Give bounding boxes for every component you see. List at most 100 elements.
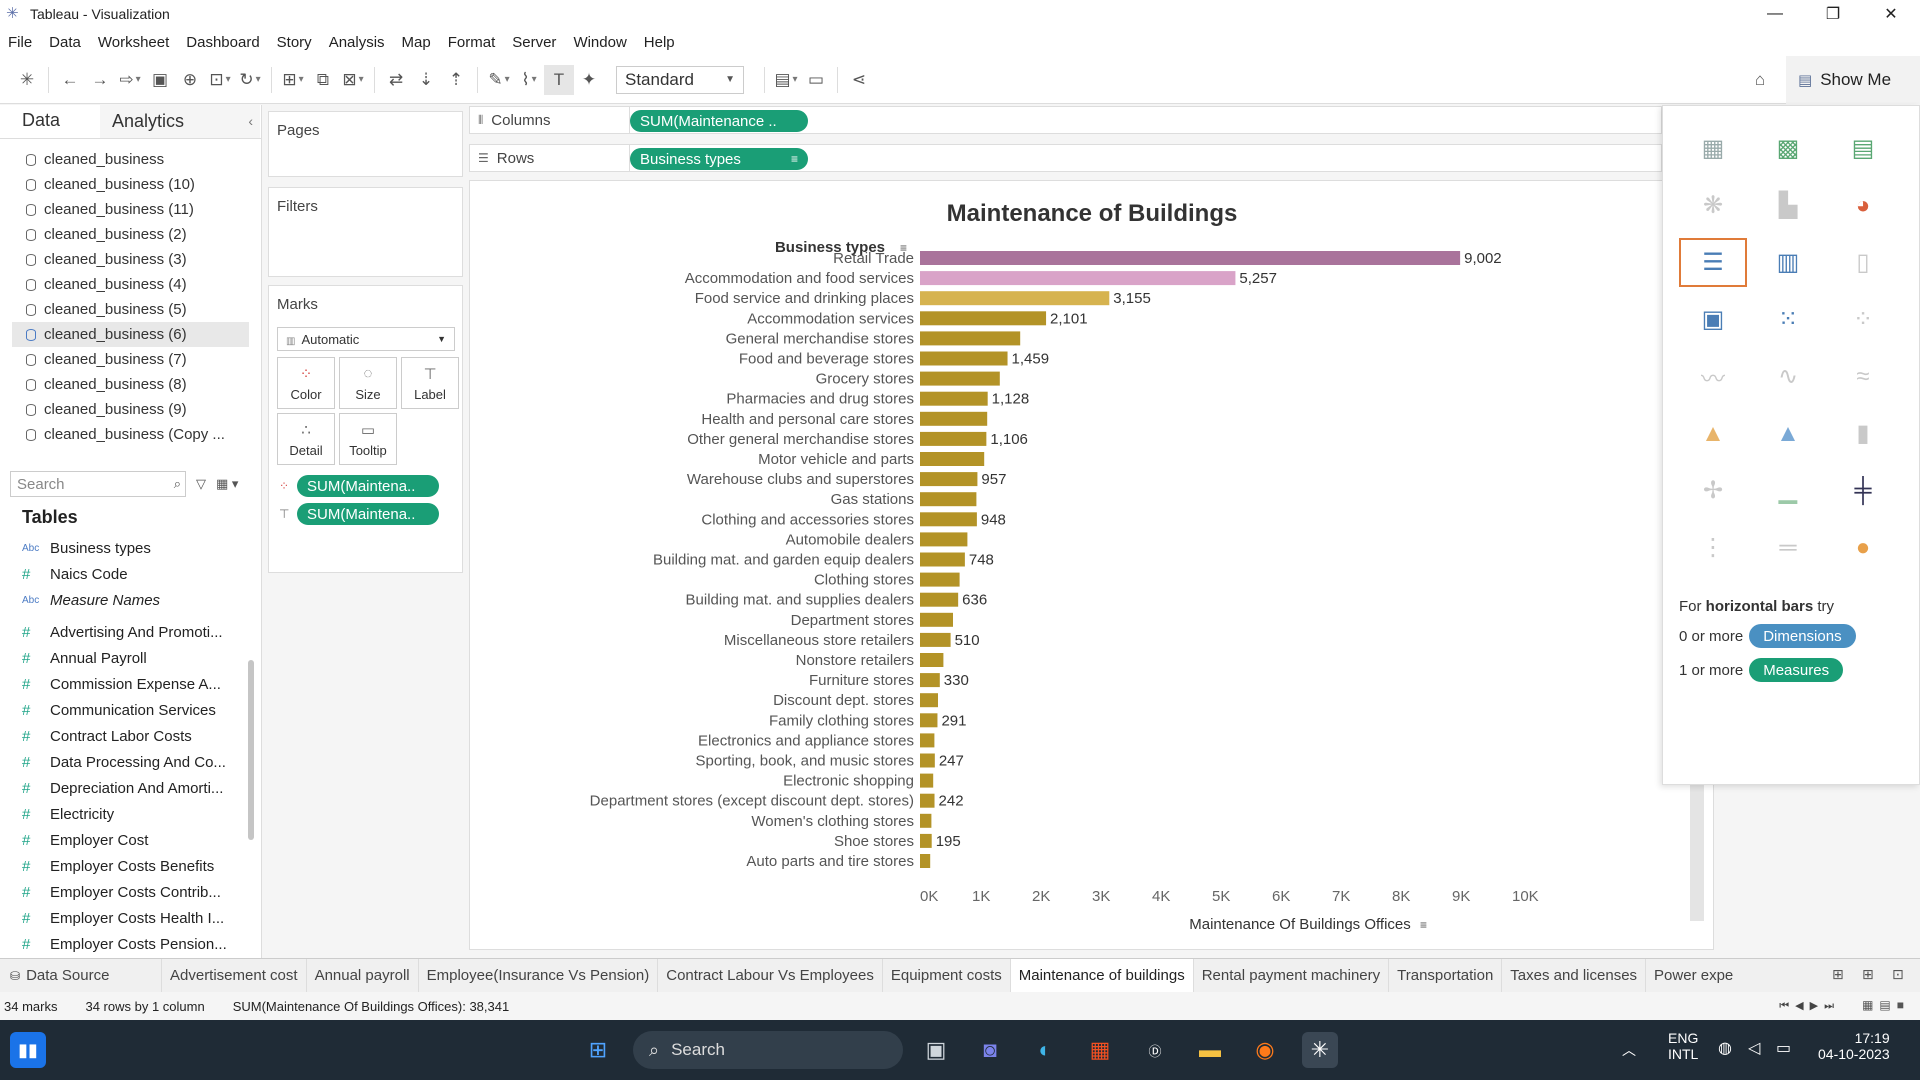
language-indicator[interactable]: ENG INTL: [1668, 1030, 1698, 1062]
menu-map[interactable]: Map: [402, 34, 431, 51]
rows-pill[interactable]: Business types ≡: [630, 148, 808, 170]
field-measure[interactable]: # Communication Services: [22, 697, 242, 723]
tab-sheet-active[interactable]: Maintenance of buildings: [1010, 958, 1194, 993]
undo-icon[interactable]: ←: [55, 65, 85, 95]
category-label[interactable]: Discount dept. stores: [773, 692, 914, 709]
bar[interactable]: [920, 733, 935, 748]
datasource-item[interactable]: cleaned_business (5): [0, 297, 261, 322]
tab-sheet[interactable]: Power expe: [1646, 959, 1741, 993]
field-measure[interactable]: # Employer Cost: [22, 827, 242, 853]
widgets-icon[interactable]: ▮▮: [10, 1032, 46, 1068]
datasource-item[interactable]: cleaned_business (3): [0, 247, 261, 272]
category-label[interactable]: Motor vehicle and parts: [758, 451, 914, 468]
field-dimension[interactable]: Abc Measure Names: [22, 587, 242, 613]
field-dimension[interactable]: Abc Business types: [22, 535, 242, 561]
show-me-button[interactable]: ▤ Show Me: [1786, 56, 1920, 104]
fix-axes-icon[interactable]: ✦: [574, 65, 604, 95]
duplicate-sheet-icon[interactable]: ⧉: [308, 65, 338, 95]
horizontal-bars-icon[interactable]: ☰: [1679, 238, 1747, 287]
close-icon[interactable]: ✕: [1862, 0, 1920, 28]
field-dimension[interactable]: # Naics Code: [22, 561, 242, 587]
category-label[interactable]: Furniture stores: [809, 672, 914, 689]
tab-sheet[interactable]: Equipment costs: [883, 958, 1011, 993]
bar[interactable]: [920, 351, 1008, 366]
category-label[interactable]: Nonstore retailers: [796, 652, 914, 669]
packed-bubbles-icon[interactable]: ●: [1829, 523, 1897, 572]
menu-server[interactable]: Server: [512, 34, 556, 51]
bar[interactable]: [920, 331, 1021, 346]
swap-rows-columns-icon[interactable]: ⇄: [381, 65, 411, 95]
sheet-navigation-arrows[interactable]: ⏮◀▶⏭: [1779, 999, 1840, 1013]
menu-data[interactable]: Data: [49, 34, 81, 51]
rows-shelf[interactable]: ☰ Rows Business types ≡: [469, 144, 1662, 172]
stacked-bars-icon[interactable]: ▥: [1754, 238, 1822, 287]
treemap-icon[interactable]: ▣: [1679, 295, 1747, 344]
bar[interactable]: [920, 753, 935, 768]
text-table-icon[interactable]: ▦: [1679, 124, 1747, 173]
category-label[interactable]: Automobile dealers: [786, 531, 914, 548]
field-measure[interactable]: # Contract Labor Costs: [22, 723, 242, 749]
windows-start-icon[interactable]: ⊞: [580, 1032, 616, 1068]
category-label[interactable]: Gas stations: [831, 491, 914, 508]
format-painter-icon[interactable]: ⌂: [1745, 65, 1775, 95]
detail-button[interactable]: ∴ Detail: [277, 413, 335, 465]
new-dashboard-icon[interactable]: ⊞: [1862, 966, 1874, 983]
view-toggle-icons[interactable]: ▦▤■: [1862, 998, 1910, 1012]
restore-icon[interactable]: ❐: [1804, 0, 1862, 28]
filter-icon[interactable]: ▽: [196, 476, 206, 492]
pause-updates-icon[interactable]: ⊡: [205, 65, 235, 95]
menu-story[interactable]: Story: [277, 34, 312, 51]
category-label[interactable]: Accommodation services: [747, 310, 914, 327]
x-axis-title[interactable]: Maintenance Of Buildings Offices: [1189, 916, 1411, 933]
minimize-icon[interactable]: —: [1746, 0, 1804, 28]
tab-sheet[interactable]: Transportation: [1389, 958, 1503, 993]
field-search-input[interactable]: Search ⌕: [10, 471, 186, 497]
category-label[interactable]: Shoe stores: [834, 833, 914, 850]
datasource-item[interactable]: cleaned_business (8): [0, 372, 261, 397]
bar[interactable]: [920, 411, 988, 426]
field-measure[interactable]: # Employer Costs Pension...: [22, 931, 242, 957]
category-label[interactable]: Food service and drinking places: [695, 290, 914, 307]
new-worksheet-icon[interactable]: ⊞: [278, 65, 308, 95]
bar[interactable]: [920, 854, 931, 868]
pages-card[interactable]: Pages: [268, 111, 463, 177]
menu-help[interactable]: Help: [644, 34, 675, 51]
datasource-item[interactable]: cleaned_business (10): [0, 172, 261, 197]
color-button[interactable]: ⁘ Color: [277, 357, 335, 409]
volume-icon[interactable]: ◁: [1748, 1038, 1760, 1058]
field-measure[interactable]: # Annual Payroll: [22, 645, 242, 671]
bar[interactable]: [920, 431, 987, 446]
highlight-icon[interactable]: ✎: [484, 65, 514, 95]
heat-map-icon[interactable]: ▩: [1754, 124, 1822, 173]
bar[interactable]: [920, 271, 1236, 286]
bar[interactable]: [920, 833, 932, 848]
field-measure[interactable]: # Data Processing And Co...: [22, 749, 242, 775]
bar[interactable]: [920, 793, 935, 808]
category-label[interactable]: Family clothing stores: [769, 712, 914, 729]
bar[interactable]: [920, 311, 1047, 326]
category-label[interactable]: Food and beverage stores: [739, 351, 914, 368]
label-measure-pill[interactable]: SUM(Maintena..: [297, 503, 439, 525]
task-view-icon[interactable]: ▣: [918, 1032, 954, 1068]
bar[interactable]: [920, 291, 1110, 306]
datasource-item-selected[interactable]: cleaned_business (6): [12, 322, 249, 347]
tab-data[interactable]: Data: [0, 105, 100, 138]
replay-icon[interactable]: ⇨: [115, 65, 145, 95]
sort-icon[interactable]: ≡: [1420, 918, 1427, 932]
bar[interactable]: [920, 693, 938, 708]
field-measure[interactable]: # Depreciation And Amorti...: [22, 775, 242, 801]
box-whisker-icon[interactable]: ╪: [1829, 466, 1897, 515]
bar[interactable]: [920, 452, 985, 466]
category-label[interactable]: Warehouse clubs and superstores: [687, 471, 914, 488]
bar[interactable]: [920, 512, 977, 527]
show-mark-labels-icon[interactable]: T: [544, 64, 574, 95]
field-measure[interactable]: # Advertising And Promoti...: [22, 619, 242, 645]
edge-icon[interactable]: ◐: [1027, 1032, 1063, 1068]
columns-pill[interactable]: SUM(Maintenance ..: [630, 110, 808, 132]
filters-card[interactable]: Filters: [268, 187, 463, 277]
sort-descending-icon[interactable]: ⇡: [441, 65, 471, 95]
category-label[interactable]: Electronic shopping: [783, 773, 914, 790]
tab-analytics[interactable]: Analytics: [100, 105, 260, 138]
datasource-item[interactable]: cleaned_business (11): [0, 197, 261, 222]
tab-data-source[interactable]: ⛁ Data Source: [0, 958, 162, 993]
